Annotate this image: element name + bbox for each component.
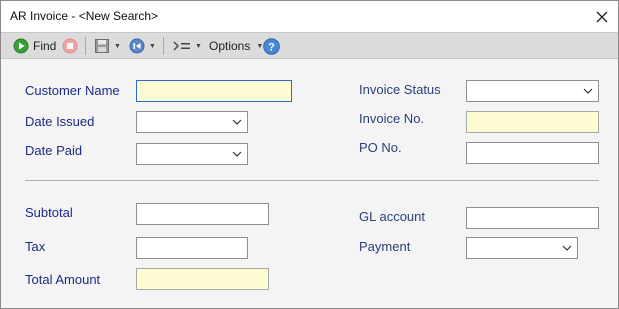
chevron-down-icon: ▼ [149, 42, 156, 50]
window-title: AR Invoice - <New Search> [10, 9, 159, 23]
search-form: Customer Name Date Issued Date Paid Invo… [1, 59, 618, 308]
indent-icon [173, 41, 190, 51]
po-no-input[interactable] [467, 143, 598, 163]
find-icon [13, 38, 29, 54]
chevron-down-icon [232, 151, 242, 157]
customer-name-label: Customer Name [25, 83, 120, 98]
section-divider [25, 180, 599, 181]
toolbar-separator [85, 37, 86, 55]
gl-account-label: GL account [359, 209, 426, 224]
svg-text:?: ? [268, 41, 275, 53]
help-icon: ? [263, 37, 280, 55]
options-label: Options [209, 39, 251, 53]
customer-name-input[interactable] [137, 81, 291, 101]
total-amount-input[interactable] [137, 269, 268, 289]
invoice-status-dropdown[interactable] [466, 80, 599, 102]
chevron-down-icon [583, 88, 593, 94]
toolbar-separator [163, 37, 164, 55]
invoice-no-input[interactable] [467, 112, 598, 132]
tax-field[interactable] [136, 237, 248, 259]
date-paid-dropdown[interactable] [136, 143, 248, 165]
options-menu[interactable]: Options ▼ [209, 36, 263, 56]
po-no-field[interactable] [466, 142, 599, 164]
back-icon [129, 38, 145, 54]
indent-button[interactable]: ▼ [173, 36, 202, 56]
chevron-down-icon: ▼ [114, 42, 121, 50]
po-no-label: PO No. [359, 140, 402, 155]
find-button[interactable]: Find [13, 36, 56, 56]
chevron-down-icon: ▼ [195, 42, 202, 50]
chevron-down-icon [562, 245, 572, 251]
date-issued-dropdown[interactable] [136, 111, 248, 133]
save-button[interactable]: ▼ [94, 36, 121, 56]
toolbar: Find ▼ ▼ ▼ Options ▼ ? [1, 32, 618, 59]
save-icon [95, 39, 109, 53]
gl-account-input[interactable] [467, 208, 598, 228]
payment-dropdown[interactable] [466, 237, 578, 259]
invoice-no-field[interactable] [466, 111, 599, 133]
stop-button[interactable] [62, 36, 78, 56]
subtotal-input[interactable] [137, 204, 268, 224]
ar-invoice-window: AR Invoice - <New Search> Find ▼ ▼ ▼ Opt… [0, 0, 619, 309]
help-button[interactable]: ? [263, 36, 280, 56]
total-amount-label: Total Amount [25, 272, 101, 287]
invoice-status-label: Invoice Status [359, 82, 441, 97]
tax-input[interactable] [137, 238, 247, 258]
chevron-down-icon [232, 119, 242, 125]
subtotal-field[interactable] [136, 203, 269, 225]
total-amount-field[interactable] [136, 268, 269, 290]
close-button[interactable] [586, 1, 618, 32]
gl-account-field[interactable] [466, 207, 599, 229]
find-label: Find [33, 39, 57, 53]
payment-label: Payment [359, 239, 411, 254]
back-button[interactable]: ▼ [129, 36, 156, 56]
stop-icon [62, 38, 78, 54]
customer-name-field[interactable] [136, 80, 292, 102]
date-paid-label: Date Paid [25, 143, 83, 158]
date-issued-label: Date Issued [25, 114, 95, 129]
subtotal-label: Subtotal [25, 205, 73, 220]
tax-label: Tax [25, 239, 46, 254]
title-bar[interactable]: AR Invoice - <New Search> [1, 1, 618, 32]
invoice-no-label: Invoice No. [359, 111, 425, 126]
close-icon [596, 11, 608, 22]
